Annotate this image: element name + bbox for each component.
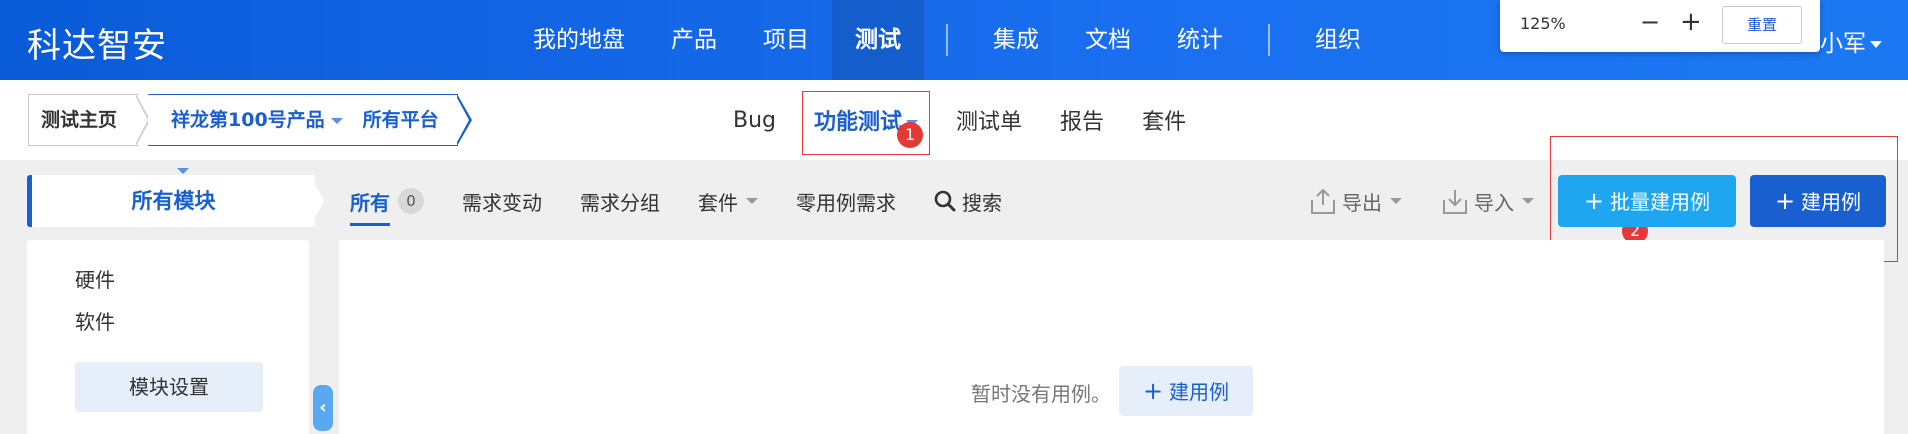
breadcrumb-arrow: [135, 95, 148, 145]
filter-zero-case-story[interactable]: 零用例需求: [796, 187, 896, 216]
main-nav: 我的地盘 产品 项目 测试 集成 文档 统计 组织: [510, 0, 1384, 80]
module-item-software[interactable]: 软件: [75, 306, 115, 335]
breadcrumb-notch: [148, 94, 162, 146]
batch-create-label: 批量建用例: [1610, 190, 1711, 214]
nav-test[interactable]: 测试: [832, 0, 924, 80]
empty-create-case-button[interactable]: + 建用例: [1119, 366, 1253, 416]
module-header-arrow: [310, 175, 324, 227]
filter-all[interactable]: 所有 0: [350, 187, 424, 226]
count-badge: 0: [398, 188, 424, 214]
chevron-down-icon: [1390, 198, 1402, 204]
zoom-in-button[interactable]: +: [1680, 7, 1702, 37]
user-name: 小军: [1820, 31, 1866, 57]
empty-state-text: 暂时没有用例。: [971, 382, 1111, 406]
nav-docs[interactable]: 文档: [1062, 0, 1154, 80]
filter-suite[interactable]: 套件: [698, 187, 758, 216]
chevron-down-icon: [1870, 41, 1882, 48]
filter-story-group[interactable]: 需求分组: [580, 187, 660, 216]
nav-divider: [946, 24, 948, 56]
export-icon: [1311, 188, 1335, 214]
nav-my-space[interactable]: 我的地盘: [510, 0, 648, 80]
filter-story-changed[interactable]: 需求变动: [462, 187, 542, 216]
import-icon: [1443, 190, 1467, 214]
collapse-sidebar-icon[interactable]: ‹: [313, 385, 333, 431]
import-dropdown[interactable]: 导入: [1440, 175, 1534, 227]
nav-integration[interactable]: 集成: [970, 0, 1062, 80]
create-case-button[interactable]: + 建用例: [1750, 175, 1886, 227]
zoom-popup: 125% − + 重置: [1500, 0, 1820, 52]
filter-suite-label: 套件: [698, 190, 738, 215]
search-icon: [934, 190, 956, 212]
plus-icon: +: [1142, 377, 1164, 405]
chevron-down-icon: [330, 117, 343, 124]
nav-project[interactable]: 项目: [740, 0, 832, 80]
user-menu[interactable]: 小军: [1820, 24, 1882, 58]
platform-selector[interactable]: 所有平台: [363, 109, 439, 131]
subnav-report[interactable]: 报告: [1060, 104, 1104, 136]
subnav-bug[interactable]: Bug: [733, 108, 776, 133]
breadcrumb-product[interactable]: 祥龙第100号产品 所有平台: [148, 94, 458, 174]
zoom-out-button[interactable]: −: [1640, 8, 1660, 36]
nav-divider: [1268, 24, 1270, 56]
nav-org[interactable]: 组织: [1292, 0, 1384, 80]
module-settings-button[interactable]: 模块设置: [75, 362, 263, 412]
chevron-down-icon: [177, 167, 189, 174]
create-case-label: 建用例: [1801, 190, 1862, 214]
export-dropdown[interactable]: 导出: [1308, 175, 1402, 227]
batch-create-case-button[interactable]: + 批量建用例: [1558, 175, 1736, 227]
chevron-down-icon: [746, 198, 758, 204]
annotation-badge-1: 1: [897, 122, 923, 148]
search-toggle[interactable]: 搜索: [934, 187, 1002, 216]
breadcrumb-test-home[interactable]: 测试主页: [28, 94, 138, 146]
import-label: 导入: [1474, 190, 1514, 215]
zoom-reset-button[interactable]: 重置: [1722, 6, 1802, 44]
breadcrumb-arrow: [456, 96, 469, 144]
zoom-level: 125%: [1520, 14, 1566, 33]
nav-product[interactable]: 产品: [648, 0, 740, 80]
module-tree-panel: 硬件 软件 模块设置: [27, 240, 309, 434]
subnav-suite[interactable]: 套件: [1142, 104, 1186, 136]
chevron-down-icon: [1522, 198, 1534, 204]
plus-icon: +: [1583, 187, 1605, 215]
module-tree-header[interactable]: 所有模块: [27, 175, 315, 227]
empty-create-label: 建用例: [1169, 380, 1230, 404]
plus-icon: +: [1774, 187, 1796, 215]
case-toolbar: 所有 0 需求变动 需求分组 套件 零用例需求 搜索: [350, 175, 1040, 227]
case-list-panel: 暂时没有用例。 + 建用例: [339, 240, 1884, 434]
module-item-hardware[interactable]: 硬件: [75, 264, 115, 293]
product-selector[interactable]: 祥龙第100号产品: [171, 109, 325, 131]
subnav-test-task[interactable]: 测试单: [956, 104, 1022, 136]
app-logo[interactable]: 科达智安: [27, 18, 167, 67]
export-label: 导出: [1342, 190, 1382, 215]
nav-stats[interactable]: 统计: [1154, 0, 1246, 80]
search-label: 搜索: [962, 190, 1002, 215]
filter-all-label: 所有: [350, 190, 390, 215]
